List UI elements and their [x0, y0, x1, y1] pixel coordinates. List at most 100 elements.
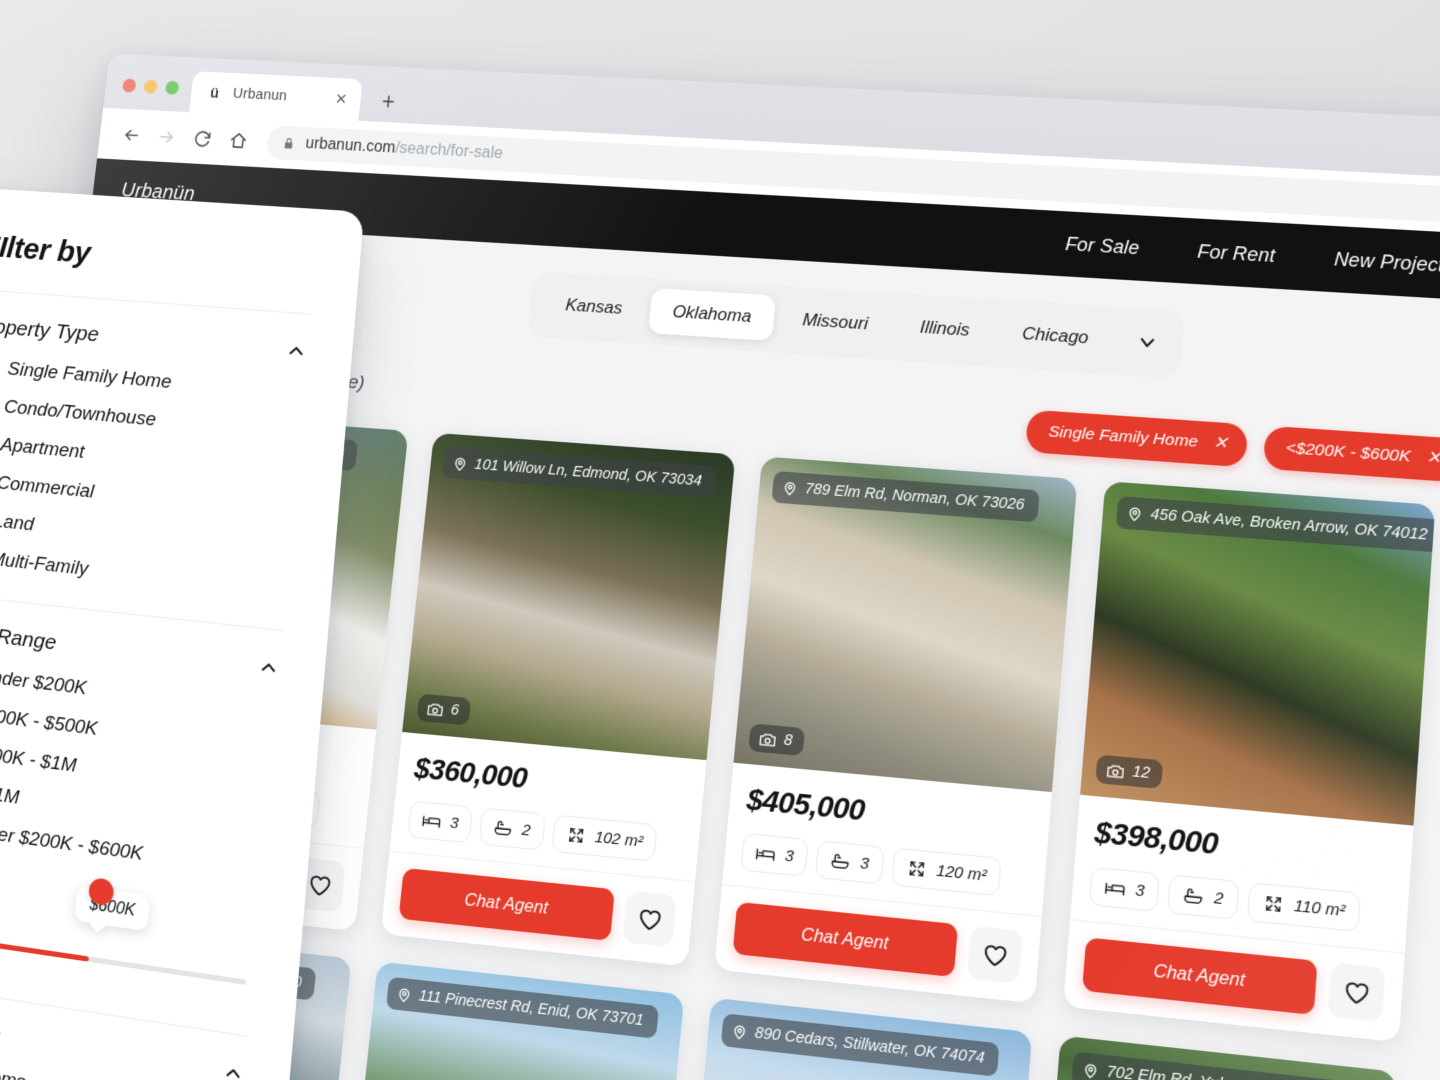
listing-photo[interactable]: 702 Elm Rd, Yukon, OK 7309910	[1034, 1035, 1397, 1080]
listing-card[interactable]: 111 Pinecrest Rd, Enid, OK 737019$289,00…	[322, 961, 685, 1080]
slider-fill	[0, 932, 89, 962]
slider-track[interactable]	[0, 932, 247, 986]
divider	[0, 289, 311, 315]
listing-card[interactable]: 101 Willow Ln, Edmond, OK 73034 6 $360,000…	[380, 432, 736, 967]
listing-address-pill: 890 Cedars, Stillwater, OK 74074	[720, 1013, 1000, 1077]
bathroom-count: 2	[521, 820, 532, 840]
listing-card[interactable]: 456 Oak Ave, Broken Arrow, OK 74012 12 $39…	[1063, 481, 1436, 1043]
filter-group-title: Price Range	[0, 619, 58, 655]
spec-bathrooms: 2	[478, 807, 546, 851]
listing-address: 101 Willow Ln, Edmond, OK 73034	[473, 456, 703, 490]
back-icon[interactable]	[113, 117, 149, 152]
listing-specs: 3 3 120 m²	[740, 832, 1029, 899]
state-tab-chicago[interactable]: Chicago	[997, 309, 1114, 362]
filter-options-property-type: Single Family Home Condo/Townhouse Apartme…	[0, 353, 305, 603]
state-tab-kansas[interactable]: Kansas	[541, 281, 646, 332]
spec-area: 102 m²	[551, 814, 659, 862]
listing-card[interactable]: 890 Cedars, Stillwater, OK 740745$415,00…	[661, 997, 1033, 1080]
divider	[0, 593, 284, 632]
photo-count-badge: 6	[416, 693, 472, 726]
state-tab-oklahoma[interactable]: Oklahoma	[648, 287, 776, 341]
photo-count: 6	[449, 701, 460, 720]
listing-address: 890 Cedars, Stillwater, OK 74074	[754, 1024, 986, 1068]
listing-address: 702 Elm Rd, Yukon, OK 73099	[1106, 1063, 1329, 1080]
minimize-window-button[interactable]	[143, 79, 159, 94]
nav-link-for-rent[interactable]: For Rent	[1197, 240, 1276, 267]
listing-address-pill: 702 Elm Rd, Yukon, OK 73099	[1071, 1051, 1344, 1080]
filter-option-label: Multi-Family	[0, 548, 90, 580]
chip-label: <$200K - $600K	[1285, 438, 1412, 466]
price-range-slider[interactable]: <$100K $600K	[0, 864, 259, 1008]
filter-option-label: Commercial	[0, 471, 96, 503]
filter-option-label: Under $200K - $600K	[0, 819, 144, 865]
browser-tab[interactable]: ü Urbanun ✕	[189, 71, 363, 121]
listing-address: 111 Pinecrest Rd, Enid, OK 73701	[417, 987, 645, 1030]
photo-count-badge: 8	[748, 723, 806, 757]
listing-address-pill: 456 Oak Ave, Broken Arrow, OK 74012	[1115, 496, 1436, 553]
filter-group-title: Property Type	[0, 313, 100, 347]
favorite-button[interactable]	[1327, 962, 1386, 1023]
maximize-window-button[interactable]	[164, 80, 180, 95]
state-tab-illinois[interactable]: Illinois	[895, 303, 995, 355]
photo-count-badge: 12	[1095, 754, 1164, 789]
filter-option-label: $200K - $500K	[0, 703, 99, 740]
spec-area: 110 m²	[1246, 881, 1362, 933]
tab-close-icon[interactable]: ✕	[334, 90, 348, 107]
filter-option-label: Apartment	[0, 433, 86, 463]
new-tab-button[interactable]: +	[370, 84, 406, 119]
listing-photo[interactable]: 101 Willow Ln, Edmond, OK 73034 6	[402, 432, 736, 761]
spec-area: 120 m²	[890, 847, 1003, 897]
listing-price: $405,000	[745, 782, 867, 827]
close-window-button[interactable]	[121, 78, 137, 93]
filter-group-header[interactable]: Bedrooms	[0, 1010, 246, 1080]
filter-group-header[interactable]: Property Type	[0, 314, 308, 364]
nav-link-new-project[interactable]: New Project	[1333, 248, 1440, 277]
chip-label: Single Family Home	[1047, 422, 1199, 452]
nav-link-for-sale[interactable]: For Sale	[1064, 233, 1140, 259]
spec-bathrooms: 3	[815, 840, 885, 885]
filter-option-label: > $1M	[0, 780, 21, 809]
spec-bedrooms: 3	[407, 800, 474, 844]
chevron-down-icon[interactable]	[1128, 323, 1167, 361]
area-value: 110 m²	[1293, 896, 1346, 921]
lock-icon	[284, 137, 294, 148]
listing-photo[interactable]: 789 Elm Rd, Norman, OK 73026 8	[733, 456, 1078, 793]
chat-agent-button[interactable]: Chat Agent	[732, 901, 959, 978]
filter-panel-title: FIlter by	[0, 229, 92, 271]
chat-agent-button[interactable]: Chat Agent	[1082, 937, 1318, 1016]
state-tab-missouri[interactable]: Missouri	[778, 296, 893, 349]
close-icon[interactable]: ✕	[1212, 434, 1228, 453]
chevron-up-icon[interactable]	[221, 1060, 245, 1080]
photo-count: 8	[783, 731, 794, 750]
listing-card[interactable]: 789 Elm Rd, Norman, OK 73026 8 $405,000 3 3 1…	[714, 456, 1078, 1004]
perspective-stage: ü Urbanun ✕ + urbanun.com/search/for-sal…	[0, 0, 1440, 1080]
listing-card[interactable]: 702 Elm Rd, Yukon, OK 7309910$359,000321…	[1016, 1035, 1397, 1080]
favorite-button[interactable]	[622, 890, 677, 948]
close-icon[interactable]: ✕	[1426, 449, 1440, 469]
chat-agent-button[interactable]: Chat Agent	[398, 867, 615, 941]
filter-group-property-type: Property Type Single Family Home Condo/To…	[0, 314, 308, 603]
reload-icon[interactable]	[184, 121, 220, 156]
listing-photo[interactable]: 111 Pinecrest Rd, Enid, OK 737019	[344, 961, 685, 1080]
area-value: 120 m²	[935, 861, 988, 886]
filter-options-price-range: Under $200K $200K - $500K$500K - $1M > $1M…	[0, 659, 277, 883]
listing-address-pill: 789 Elm Rd, Norman, OK 73026	[771, 470, 1040, 523]
listing-address: 456 Oak Ave, Broken Arrow, OK 74012	[1149, 506, 1429, 544]
chevron-up-icon[interactable]	[284, 339, 308, 363]
listing-address-pill: 111 Pinecrest Rd, Enid, OK 73701	[385, 976, 659, 1039]
forward-icon[interactable]	[149, 119, 185, 154]
listing-photo[interactable]: 456 Oak Ave, Broken Arrow, OK 74012 12	[1080, 481, 1436, 826]
address-bar-domain: urbanun.com/search/for-sale	[304, 134, 504, 163]
chevron-up-icon[interactable]	[257, 655, 281, 680]
bathroom-count: 2	[1213, 888, 1225, 909]
filter-group-title: Bedrooms	[0, 1010, 2, 1049]
filter-group-price-range: Price Range Under $200K $200K - $500K$500…	[0, 619, 281, 1008]
favorite-button[interactable]	[966, 925, 1024, 984]
spec-bedrooms: 3	[1088, 866, 1161, 913]
bedroom-count: 3	[1134, 880, 1146, 901]
filter-option-label: Condo/Townhouse	[3, 395, 157, 431]
listing-photo[interactable]: 890 Cedars, Stillwater, OK 740745	[681, 997, 1033, 1080]
filter-option-label: Single Family Home	[6, 357, 173, 393]
listing-price: $398,000	[1093, 815, 1220, 861]
home-icon[interactable]	[220, 123, 256, 158]
